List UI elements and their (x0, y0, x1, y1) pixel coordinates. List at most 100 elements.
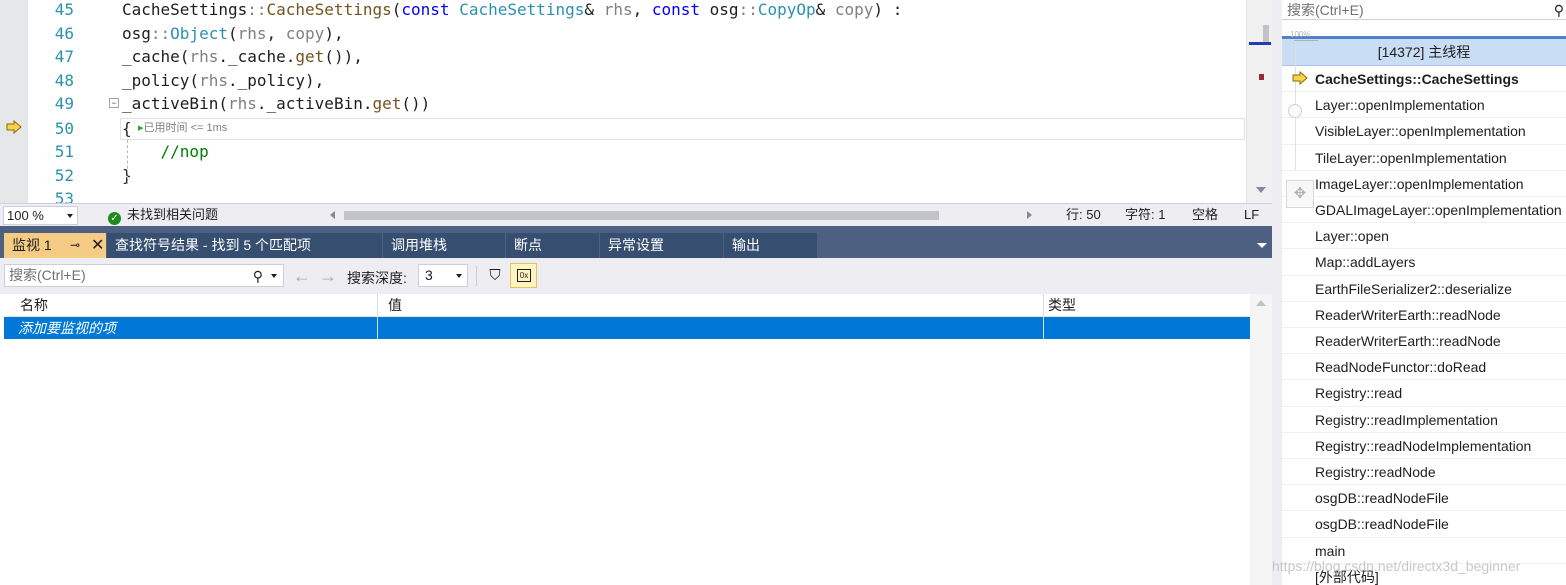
stack-frame[interactable]: Layer::openImplementation (1282, 92, 1566, 119)
pan-icon[interactable]: ✥ (1286, 180, 1314, 208)
column-divider[interactable] (1043, 294, 1044, 339)
zoom-level-ghost: 100% (1290, 30, 1311, 39)
scroll-left-icon[interactable] (330, 211, 335, 219)
code-line[interactable]: 49 _activeBin(rhs._activeBin.get()) (0, 92, 1245, 116)
search-icon[interactable]: ⚲ (253, 266, 263, 287)
search-depth-value: 3 (425, 267, 433, 283)
add-watch-row[interactable]: 添加要监视的项 (4, 317, 1250, 339)
editor-vertical-scrollbar[interactable] (1246, 0, 1272, 203)
thread-row[interactable]: [14372] 主线程 (1282, 39, 1566, 66)
toolbar-separator (476, 266, 477, 286)
scroll-right-icon[interactable] (1027, 211, 1032, 219)
panel-splitter[interactable] (1272, 0, 1282, 585)
eol-indicator[interactable]: LF (1244, 204, 1259, 226)
zoom-select[interactable]: 100 % (3, 206, 78, 225)
stack-frame[interactable]: ReaderWriterEarth::readNode (1282, 302, 1566, 328)
stack-frame[interactable]: TileLayer::openImplementation (1282, 145, 1566, 171)
stack-frame[interactable]: osgDB::readNodeFile (1282, 511, 1566, 538)
stack-frame[interactable]: EarthFileSerializer2::deserialize (1282, 276, 1566, 302)
code-line[interactable]: 48 _policy(rhs._policy), (0, 69, 1245, 93)
watch-vertical-scrollbar[interactable] (1250, 294, 1272, 585)
column-divider[interactable] (377, 294, 378, 339)
tab-exception-settings[interactable]: 异常设置 (600, 233, 724, 258)
code-token: ._cache. (218, 47, 296, 66)
add-watch-placeholder[interactable]: 添加要监视的项 (4, 317, 116, 339)
scroll-down-icon[interactable] (1256, 187, 1266, 193)
stack-frame[interactable]: CacheSettings::CacheSettings (1282, 66, 1566, 93)
stack-frame[interactable]: ImageLayer::openImplementation (1282, 171, 1566, 197)
code-text[interactable]: //nop (122, 140, 209, 164)
stack-frame[interactable]: Layer::open (1282, 223, 1566, 250)
column-value[interactable]: 值 (378, 294, 402, 317)
current-frame-arrow-icon (1292, 71, 1308, 85)
search-placeholder: 搜索(Ctrl+E) (9, 267, 86, 283)
code-text[interactable]: CacheSettings::CacheSettings(const Cache… (122, 0, 902, 22)
collapse-toggle-icon[interactable]: − (109, 98, 119, 108)
code-text[interactable]: _cache(rhs._cache.get()), (122, 45, 363, 69)
tab-call-stack[interactable]: 调用堆栈 (383, 233, 506, 258)
perf-tip[interactable]: ▸已用时间 <= 1ms (138, 121, 227, 135)
search-next-icon[interactable]: → (319, 266, 337, 287)
line-number: 50 (54, 119, 74, 138)
stack-frame[interactable]: ReaderWriterEarth::readNode (1282, 328, 1566, 355)
zoom-value: 100 % (7, 208, 44, 223)
stack-frame[interactable]: Registry::readImplementation (1282, 407, 1566, 433)
editor-horizontal-scrollbar[interactable] (326, 208, 1036, 222)
code-line[interactable]: 51 //nop (0, 140, 1245, 164)
stack-frame[interactable]: ReadNodeFunctor::doRead (1282, 354, 1566, 381)
code-text[interactable]: _policy(rhs._policy), (122, 69, 324, 93)
code-token: ()), (324, 47, 363, 66)
scroll-up-icon[interactable] (1256, 300, 1266, 306)
code-token: ( (391, 0, 402, 19)
code-line[interactable]: 45 CacheSettings::CacheSettings(const Cac… (0, 0, 1245, 22)
code-token: & (815, 0, 835, 19)
stack-frame[interactable]: Map::addLayers (1282, 249, 1566, 276)
tab-output[interactable]: 输出 (724, 233, 818, 258)
issues-indicator[interactable]: ✓ 未找到相关问题 (108, 204, 218, 226)
code-text[interactable]: osg::Object(rhs, copy), (122, 22, 344, 46)
code-token: _cache( (122, 47, 190, 66)
column-name[interactable]: 名称 (10, 294, 48, 317)
hscroll-thumb[interactable] (344, 211, 939, 220)
stack-frame[interactable]: Registry::readNodeImplementation (1282, 433, 1566, 459)
current-line-highlight (120, 118, 1245, 140)
close-icon[interactable]: ✕ (91, 233, 104, 258)
hex-display-toggle[interactable]: 0x (510, 263, 537, 288)
search-depth-label: 搜索深度: (347, 270, 407, 286)
char-indicator[interactable]: 字符: 1 (1125, 204, 1165, 226)
code-token: get (372, 94, 402, 113)
stack-frame[interactable]: osgDB::readNodeFile (1282, 485, 1566, 512)
filter-icon[interactable]: ⛉ (485, 266, 505, 286)
stack-frame[interactable]: Registry::read (1282, 380, 1566, 407)
search-previous-icon[interactable]: ← (293, 266, 311, 287)
line-indicator[interactable]: 行: 50 (1066, 204, 1101, 226)
breakpoint-marker (1259, 74, 1264, 80)
search-depth-select[interactable]: 3 (418, 264, 468, 287)
stack-frame[interactable]: GDALImageLayer::openImplementation (1282, 197, 1566, 224)
code-token: ) : (873, 0, 903, 19)
code-token: copy (285, 23, 325, 43)
code-token: & (584, 0, 604, 19)
chevron-down-icon[interactable] (271, 274, 277, 278)
perf-tip-text: 已用时间 <= 1ms (143, 122, 228, 134)
code-line[interactable]: 52} (0, 164, 1245, 188)
tab-breakpoints[interactable]: 断点 (506, 233, 600, 258)
code-editor[interactable]: 45 CacheSettings::CacheSettings(const Cac… (0, 0, 1272, 203)
stack-frame[interactable]: Registry::readNode (1282, 459, 1566, 486)
line-number: 47 (54, 47, 74, 66)
stack-frame[interactable]: VisibleLayer::openImplementation (1282, 118, 1566, 145)
watch-search-input[interactable]: 搜索(Ctrl+E) ⚲ (4, 264, 284, 287)
code-line[interactable]: 47 _cache(rhs._cache.get()), (0, 45, 1245, 69)
code-text[interactable]: _activeBin(rhs._activeBin.get()) (122, 92, 430, 116)
zoom-slider-thumb[interactable] (1288, 104, 1302, 118)
code-line[interactable]: 53 (0, 187, 1245, 203)
search-icon[interactable]: ⚲ (1554, 0, 1564, 20)
pin-icon[interactable]: ⊸ (70, 233, 80, 258)
code-line[interactable]: 46 osg::Object(rhs, copy), (0, 22, 1245, 46)
tab-find-symbol-results[interactable]: 查找符号结果 - 找到 5 个匹配项 (107, 233, 383, 258)
tab-overflow-chevron-icon[interactable] (1257, 243, 1267, 248)
call-stack-search-input[interactable]: 搜索(Ctrl+E) ⚲ (1282, 0, 1566, 20)
spacing-indicator[interactable]: 空格 (1192, 204, 1218, 226)
tab-watch-1[interactable]: 监视 1 ⊸ ✕ (4, 233, 107, 258)
